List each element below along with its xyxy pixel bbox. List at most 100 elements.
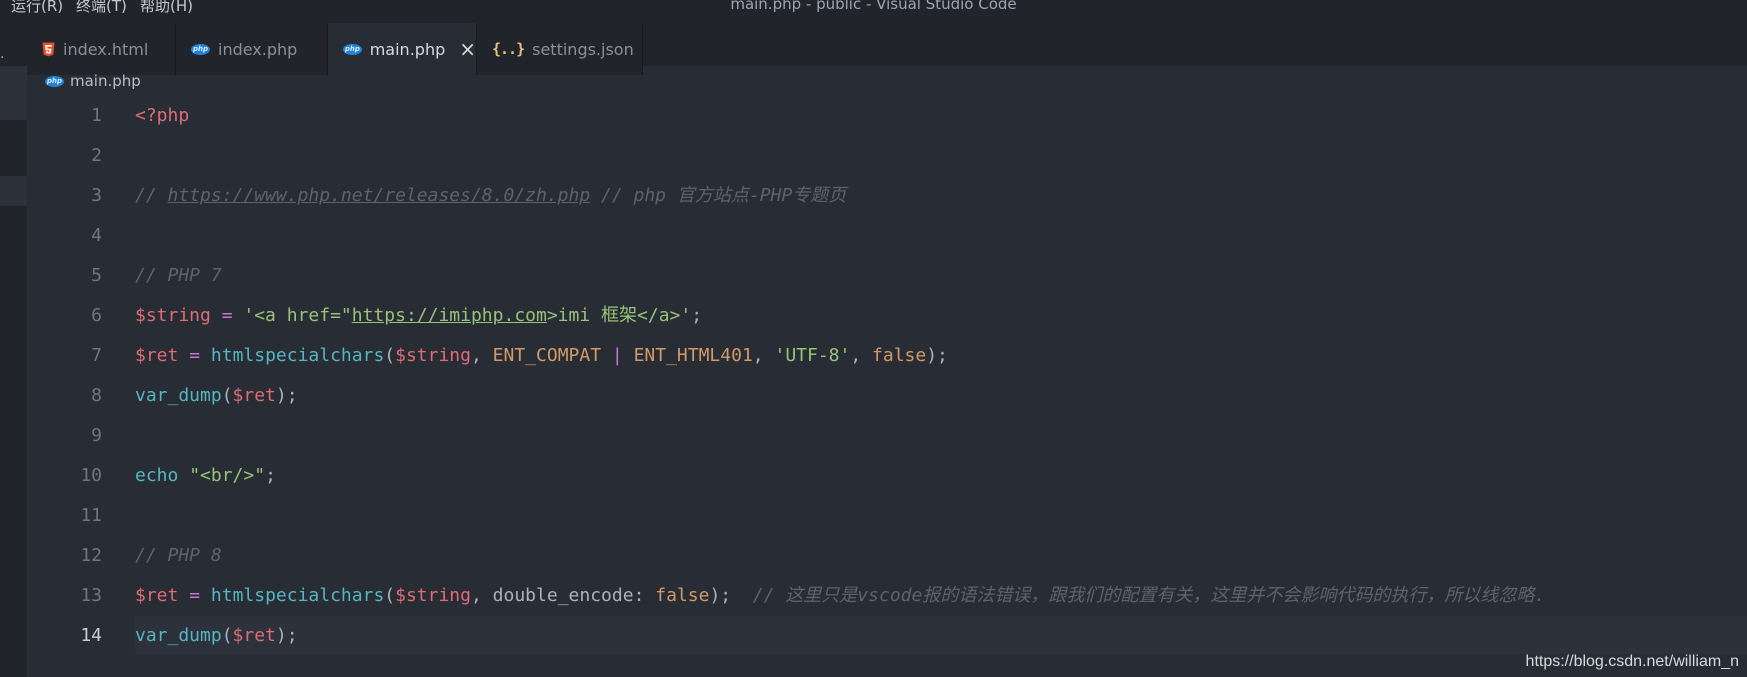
line-number: 11 [80,505,102,526]
tab-index-html[interactable]: index.html [27,23,176,75]
html5-icon [42,42,55,56]
json-braces-icon: {..} [492,40,525,58]
code-token: // PHP 8 [135,545,222,566]
tab-index-php[interactable]: php index.php [176,23,328,75]
code-token: $ret [135,585,179,606]
code-token: // PHP 7 [135,265,222,286]
code-token: echo [135,465,179,486]
code-token: double_encode [492,585,634,606]
code-token: 'UTF-8' [774,345,851,366]
code-text[interactable]: var_dump($ret); [135,376,298,416]
code-token: ); [275,385,298,406]
code-text[interactable]: <?php [135,96,189,136]
vscode-window: 运行(R) 终端(T) 帮助(H) main.php - public - Vi… [0,0,1747,677]
code-token: = [189,585,201,606]
tab-label: index.html [63,39,149,59]
code-token: https://imiphp.com [351,305,547,326]
line-number: 7 [91,345,102,366]
breadcrumb-file[interactable]: main.php [70,72,141,90]
code-token: $ret [232,385,276,406]
code-token: ); [275,625,298,646]
close-icon[interactable]: × [459,39,476,59]
tab-label: settings.json [532,39,634,59]
activity-indicator [0,176,27,206]
code-token: // 这里只是vscode报的语法错误，跟我们的配置有关，这里并不会影响代码的执… [731,585,1546,606]
line-number: 10 [80,465,102,486]
code-token: ( [384,585,396,606]
code-token: htmlspecialchars [210,345,385,366]
code-line[interactable]: 1 <?php [27,96,1747,136]
line-number: 12 [80,545,102,566]
code-token: >imi 框架</a>' [546,305,692,326]
code-editor[interactable]: 1 <?php 2 3 // https://www.php.net/releases/… [27,96,1747,677]
tab-overflow-edge: · [0,50,5,66]
code-token: ( [384,345,396,366]
code-token: var_dump [135,385,222,406]
code-text[interactable]: $ret = htmlspecialchars($string, double_… [135,576,1545,616]
code-line[interactable]: 3 // https://www.php.net/releases/8.0/zh.… [27,176,1747,216]
code-token: ( [221,385,233,406]
code-token: $string [395,345,471,366]
line-number: 2 [91,145,102,166]
code-token: '<a href=" [232,305,352,326]
code-text[interactable]: var_dump($ret); [135,616,298,656]
code-line[interactable]: 11 [27,496,1747,536]
line-number: 1 [91,105,102,126]
code-line[interactable]: 5 // PHP 7 [27,256,1747,296]
code-token: htmlspecialchars [210,585,385,606]
code-token: , [470,585,493,606]
code-token: // php 官方站点-PHP专题页 [590,185,847,206]
code-text[interactable]: // PHP 7 [135,256,222,296]
code-text[interactable]: $string = '<a href="https://imiphp.com>i… [135,296,702,336]
code-line[interactable]: 4 [27,216,1747,256]
code-line[interactable]: 9 [27,416,1747,456]
code-token: $string [395,585,471,606]
code-line[interactable]: 2 [27,136,1747,176]
code-token: ENT_HTML401 [633,345,753,366]
line-number: 9 [91,425,102,446]
code-text[interactable]: $ret = htmlspecialchars($string, ENT_COM… [135,336,948,376]
code-token: ( [221,625,233,646]
code-token: : [633,585,656,606]
code-token: ); [709,585,732,606]
line-number: 8 [91,385,102,406]
code-token: $ret [135,345,179,366]
code-token: = [221,305,233,326]
watermark: https://blog.csdn.net/william_n [1525,653,1739,670]
code-line[interactable]: 14 var_dump($ret); [27,616,1747,656]
code-token: ENT_COMPAT [492,345,602,366]
tab-bar: · index.html php index.php php main.php … [0,14,1747,75]
breadcrumb[interactable]: php main.php [45,70,141,92]
code-token: $ret [232,625,276,646]
code-text[interactable]: // https://www.php.net/releases/8.0/zh.p… [135,176,846,216]
code-token: false [872,345,927,366]
code-token: ; [691,305,703,326]
php-icon: php [191,43,210,55]
tab-settings-json[interactable]: {..} settings.json [477,23,643,75]
line-number: 14 [80,625,102,646]
code-token: ; [265,465,276,486]
code-line[interactable]: 12 // PHP 8 [27,536,1747,576]
code-token: var_dump [135,625,222,646]
code-line[interactable]: 10 echo "<br/>"; [27,456,1747,496]
code-line[interactable]: 8 var_dump($ret); [27,376,1747,416]
code-line[interactable]: 6 $string = '<a href="https://imiphp.com>… [27,296,1747,336]
title-bar: 运行(R) 终端(T) 帮助(H) main.php - public - Vi… [0,0,1747,14]
code-token: https://www.php.net/releases/8.0/zh.php [167,185,591,206]
code-text[interactable]: echo "<br/>"; [135,456,276,496]
tab-label: index.php [218,39,298,59]
code-line[interactable]: 13 $ret = htmlspecialchars($string, doubl… [27,576,1747,616]
code-line[interactable]: 7 $ret = htmlspecialchars($string, ENT_CO… [27,336,1747,376]
php-icon: php [343,43,362,55]
code-token: ); [926,345,948,366]
tab-main-php[interactable]: php main.php × [328,23,477,75]
code-token: = [189,345,201,366]
code-text[interactable]: // PHP 8 [135,536,222,576]
